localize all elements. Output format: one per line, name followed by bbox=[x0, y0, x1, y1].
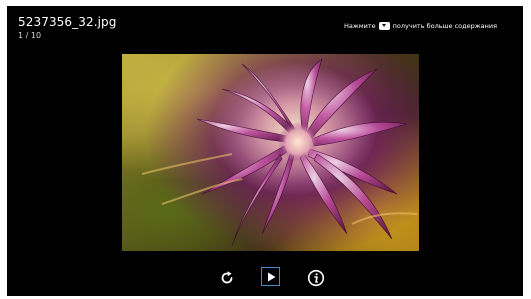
displayed-photo bbox=[122, 54, 419, 251]
more-content-hint: Нажмите получить больше содержания bbox=[344, 22, 497, 30]
rotate-icon bbox=[221, 271, 233, 284]
down-arrow-key-icon bbox=[378, 22, 390, 30]
hint-text-before: Нажмите bbox=[344, 22, 376, 30]
image-counter: 1 / 10 bbox=[18, 31, 42, 40]
file-name: 5237356_32.jpg bbox=[18, 15, 117, 29]
hint-text-after: получить больше содержания bbox=[392, 22, 497, 30]
slideshow-play-icon bbox=[267, 272, 275, 281]
image-viewer-screen: 5237356_32.jpg 1 / 10 Нажмите получить б… bbox=[7, 6, 523, 296]
viewer-controls bbox=[7, 266, 523, 292]
info-button[interactable] bbox=[306, 268, 326, 288]
info-icon bbox=[307, 269, 325, 287]
rotate-button[interactable] bbox=[217, 268, 237, 288]
flower-petals-graphic bbox=[141, 58, 418, 247]
slideshow-play-button[interactable] bbox=[261, 267, 280, 286]
